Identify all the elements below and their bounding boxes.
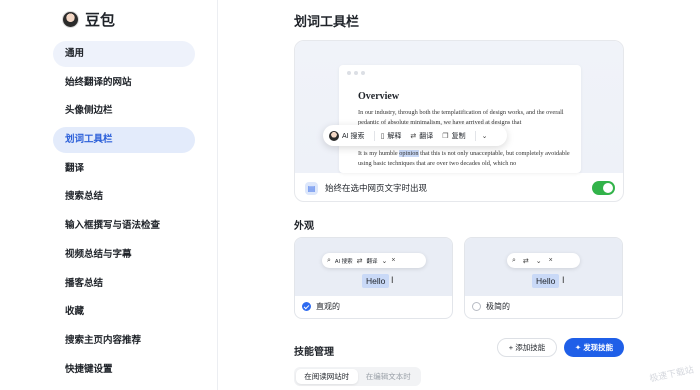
close-icon: × bbox=[391, 257, 396, 264]
hello-selected-text: Hello bbox=[532, 274, 560, 288]
chevron-down-icon: ⌄ bbox=[381, 257, 388, 265]
search-icon: ⌕ bbox=[327, 256, 331, 264]
preview-document: Overview In our industry, through both t… bbox=[339, 65, 581, 173]
toolbar-setting-icon: ▤ bbox=[305, 181, 318, 195]
always-show-setting: ▤ 始终在选中网页文字时出现 bbox=[295, 173, 623, 201]
app-header: 豆包 bbox=[62, 9, 115, 30]
toolbar-preview-card: Overview In our industry, through both t… bbox=[294, 40, 624, 202]
window-dots bbox=[347, 71, 365, 75]
document-title: Overview bbox=[358, 91, 400, 102]
sidebar-nav: 通用 始终翻译的网站 头像侧边栏 划词工具栏 翻译 搜索总结 输入框撰写与语法检… bbox=[53, 41, 195, 385]
page-title: 划词工具栏 bbox=[294, 14, 360, 29]
sidebar-item-translate[interactable]: 翻译 bbox=[53, 156, 195, 182]
skill-management-title: 技能管理 bbox=[294, 347, 334, 358]
text-cursor-icon: I bbox=[391, 275, 394, 285]
option-preview: ⌕ ⇄ ⌄ × Hello I bbox=[465, 238, 622, 296]
sparkle-icon: ✦ bbox=[574, 343, 584, 352]
app-name: 豆包 bbox=[85, 12, 116, 29]
sidebar-item-podcast-summary[interactable]: 播客总结 bbox=[53, 271, 195, 297]
always-show-toggle[interactable] bbox=[592, 181, 615, 195]
toolbar-divider bbox=[373, 130, 375, 141]
selected-text: opinion bbox=[399, 150, 419, 157]
appearance-option-intuitive[interactable]: ⌕ AI 搜索 ⇄ 翻译 ⌄ × Hello I 直观的 bbox=[294, 237, 453, 319]
sidebar-item-shortcut-settings[interactable]: 快捷键设置 bbox=[53, 357, 195, 383]
close-icon: × bbox=[548, 257, 553, 264]
main-content: 划词工具栏 Overview In our industry, through … bbox=[218, 0, 700, 390]
toolbar-ai-search-label: AI 搜索 bbox=[342, 132, 365, 140]
toolbar-copy-label: 复制 bbox=[451, 132, 466, 140]
mini-toolbar: ⌕ AI 搜索 ⇄ 翻译 ⌄ × bbox=[322, 253, 426, 268]
toolbar-explain-label: 解释 bbox=[387, 132, 402, 140]
skill-context-tabs: 在阅读网站时 在编辑文本时 bbox=[294, 367, 421, 386]
option-preview: ⌕ AI 搜索 ⇄ 翻译 ⌄ × Hello I bbox=[295, 238, 452, 296]
option-intuitive-label: 直观的 bbox=[316, 302, 340, 311]
sidebar-item-general[interactable]: 通用 bbox=[53, 41, 195, 67]
mini-toolbar: ⌕ ⇄ ⌄ × bbox=[507, 253, 580, 268]
mini-translate-label: 翻译 bbox=[366, 258, 378, 265]
discover-skill-button[interactable]: ✦ 发现技能 bbox=[564, 338, 624, 357]
sidebar-item-always-translate-sites[interactable]: 始终翻译的网站 bbox=[53, 70, 195, 96]
chevron-down-icon[interactable]: ⌄ bbox=[482, 132, 488, 140]
sidebar-item-selection-toolbar[interactable]: 划词工具栏 bbox=[53, 127, 195, 154]
sidebar-item-search-home-recommendations[interactable]: 搜索主页内容推荐 bbox=[53, 328, 195, 354]
paragraph-text: It is my humble bbox=[358, 150, 400, 157]
option-label-row: 极简的 bbox=[472, 301, 510, 312]
translate-icon: ⇄ bbox=[356, 257, 363, 265]
selection-toolbar: AI 搜索 ▯ 解释 ⇄ 翻译 ❐ 复制 ⌄ bbox=[323, 125, 507, 146]
toolbar-copy[interactable]: ❐ 复制 bbox=[442, 131, 465, 141]
toolbar-ai-search[interactable]: AI 搜索 bbox=[329, 130, 365, 141]
tab-reading-websites[interactable]: 在阅读网站时 bbox=[296, 369, 358, 384]
toolbar-explain[interactable]: ▯ 解释 bbox=[381, 131, 402, 141]
add-skill-button[interactable]: + 添加技能 bbox=[497, 338, 557, 357]
sidebar-item-avatar-sidebar[interactable]: 头像侧边栏 bbox=[53, 98, 195, 124]
chevron-down-icon: ⌄ bbox=[535, 257, 542, 265]
doubao-avatar-icon bbox=[329, 130, 339, 141]
option-label-row: 直观的 bbox=[302, 301, 340, 312]
translate-icon: ⇄ bbox=[410, 132, 417, 140]
add-skill-label: 添加技能 bbox=[515, 343, 546, 352]
toolbar-translate[interactable]: ⇄ 翻译 bbox=[410, 131, 433, 141]
sidebar: 豆包 通用 始终翻译的网站 头像侧边栏 划词工具栏 翻译 搜索总结 输入框撰写与… bbox=[0, 0, 218, 390]
radio-minimal[interactable] bbox=[472, 302, 481, 311]
toolbar-translate-label: 翻译 bbox=[419, 132, 434, 140]
mini-ai-search-label: AI 搜索 bbox=[334, 258, 353, 265]
appearance-option-minimal[interactable]: ⌕ ⇄ ⌄ × Hello I 极简的 bbox=[464, 237, 623, 319]
sidebar-item-video-summary-subtitles[interactable]: 视频总结与字幕 bbox=[53, 242, 195, 268]
sidebar-item-favorites[interactable]: 收藏 bbox=[53, 299, 195, 325]
appearance-title: 外观 bbox=[294, 221, 314, 232]
option-minimal-label: 极简的 bbox=[486, 302, 510, 311]
document-paragraph-2: It is my humble opinion that this is not… bbox=[358, 149, 570, 168]
preview-background: Overview In our industry, through both t… bbox=[295, 41, 623, 173]
text-cursor-icon: I bbox=[562, 275, 565, 285]
hello-selected-text: Hello bbox=[362, 274, 390, 288]
sidebar-item-input-writing-grammar[interactable]: 输入框撰写与语法检查 bbox=[53, 213, 195, 239]
search-icon: ⌕ bbox=[512, 256, 516, 264]
sidebar-item-search-summary[interactable]: 搜索总结 bbox=[53, 184, 195, 210]
translate-icon: ⇄ bbox=[522, 257, 529, 265]
tab-editing-text[interactable]: 在编辑文本时 bbox=[358, 369, 420, 384]
toolbar-divider bbox=[474, 130, 476, 141]
app-avatar bbox=[62, 11, 79, 28]
always-show-label: 始终在选中网页文字时出现 bbox=[325, 183, 428, 193]
copy-icon: ❐ bbox=[442, 132, 449, 140]
document-icon: ▯ bbox=[380, 132, 385, 140]
radio-intuitive[interactable] bbox=[302, 302, 311, 311]
discover-skill-label: 发现技能 bbox=[583, 343, 614, 352]
